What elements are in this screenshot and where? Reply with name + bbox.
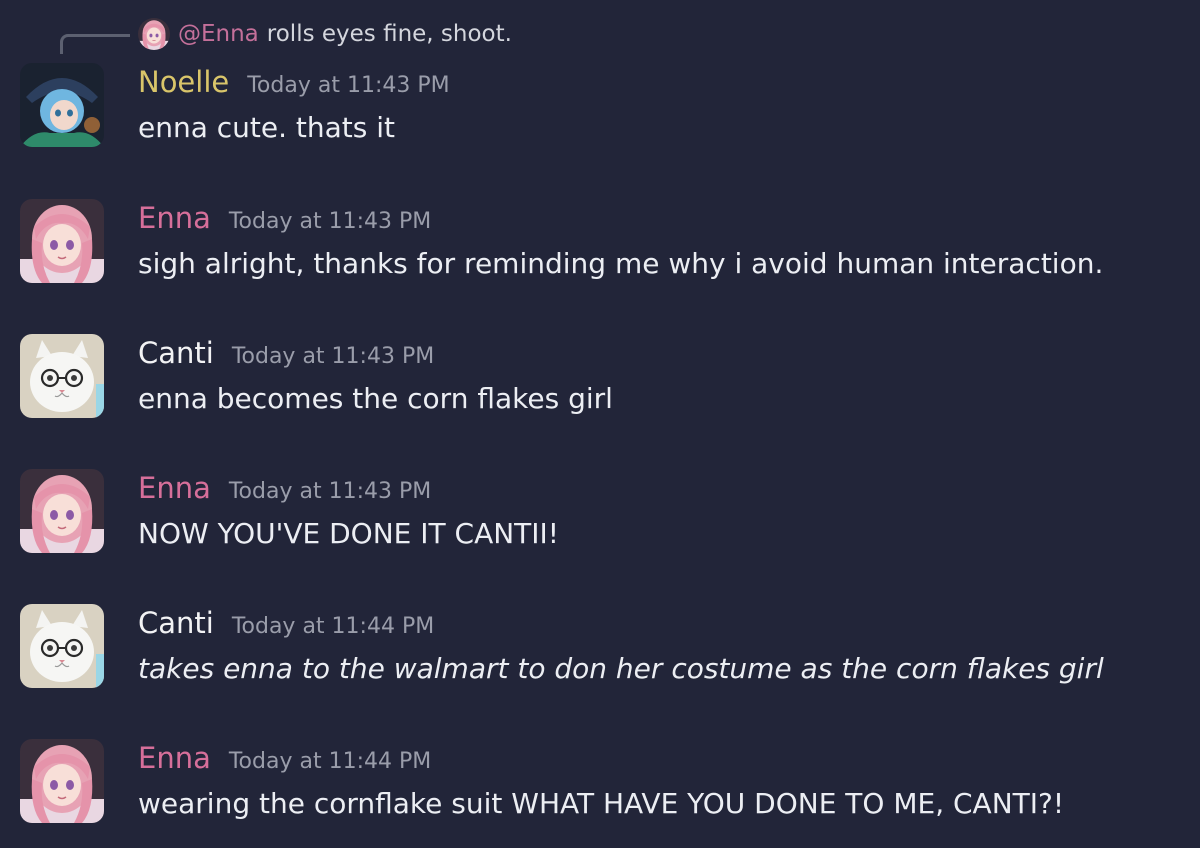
canti-avatar-icon[interactable] bbox=[20, 604, 104, 688]
message-content: takes enna to the walmart to don her cos… bbox=[138, 652, 1104, 685]
author-name[interactable]: Enna bbox=[138, 741, 211, 775]
message-content: NOW YOU'VE DONE IT CANTII! bbox=[138, 517, 560, 550]
message: Enna Today at 11:43 PM NOW YOU'VE DONE I… bbox=[0, 469, 1200, 569]
message-header: Enna Today at 11:44 PM bbox=[138, 741, 431, 775]
timestamp: Today at 11:44 PM bbox=[228, 749, 432, 774]
message: Noelle Today at 11:43 PM enna cute. that… bbox=[0, 63, 1200, 163]
enna-avatar-icon[interactable] bbox=[138, 18, 170, 50]
message-header: Noelle Today at 11:43 PM bbox=[138, 65, 450, 99]
message-content: wearing the cornflake suit WHAT HAVE YOU… bbox=[138, 787, 1065, 820]
message-header: Enna Today at 11:43 PM bbox=[138, 201, 431, 235]
timestamp: Today at 11:44 PM bbox=[231, 614, 435, 639]
author-name[interactable]: Enna bbox=[138, 471, 211, 505]
reply-preview[interactable]: @Enna rolls eyes fine, shoot. bbox=[138, 16, 512, 52]
timestamp: Today at 11:43 PM bbox=[228, 209, 432, 234]
message-content: sigh alright, thanks for reminding me wh… bbox=[138, 247, 1104, 280]
enna-avatar-icon[interactable] bbox=[20, 739, 104, 823]
reply-connector bbox=[60, 34, 130, 54]
noelle-avatar-icon[interactable] bbox=[20, 63, 104, 147]
message: Canti Today at 11:43 PM enna becomes the… bbox=[0, 334, 1200, 434]
enna-avatar-icon[interactable] bbox=[20, 469, 104, 553]
timestamp: Today at 11:43 PM bbox=[231, 344, 435, 369]
chat-log: @Enna rolls eyes fine, shoot. Noelle Tod… bbox=[0, 0, 1200, 848]
enna-avatar-icon[interactable] bbox=[20, 199, 104, 283]
timestamp: Today at 11:43 PM bbox=[247, 73, 450, 98]
canti-avatar-icon[interactable] bbox=[20, 334, 104, 418]
message-content: enna cute. thats it bbox=[138, 111, 396, 144]
author-name[interactable]: Noelle bbox=[138, 65, 229, 99]
reply-mention[interactable]: @Enna bbox=[178, 21, 259, 47]
message: Enna Today at 11:44 PM wearing the cornf… bbox=[0, 739, 1200, 839]
author-name[interactable]: Enna bbox=[138, 201, 211, 235]
message-content: enna becomes the corn flakes girl bbox=[138, 382, 613, 415]
message-header: Enna Today at 11:43 PM bbox=[138, 471, 431, 505]
reply-text[interactable]: rolls eyes fine, shoot. bbox=[267, 21, 512, 47]
message: Enna Today at 11:43 PM sigh alright, tha… bbox=[0, 199, 1200, 299]
author-name[interactable]: Canti bbox=[138, 606, 214, 640]
message-header: Canti Today at 11:43 PM bbox=[138, 336, 434, 370]
message-header: Canti Today at 11:44 PM bbox=[138, 606, 434, 640]
message: Canti Today at 11:44 PM takes enna to th… bbox=[0, 604, 1200, 704]
author-name[interactable]: Canti bbox=[138, 336, 214, 370]
timestamp: Today at 11:43 PM bbox=[228, 479, 432, 504]
